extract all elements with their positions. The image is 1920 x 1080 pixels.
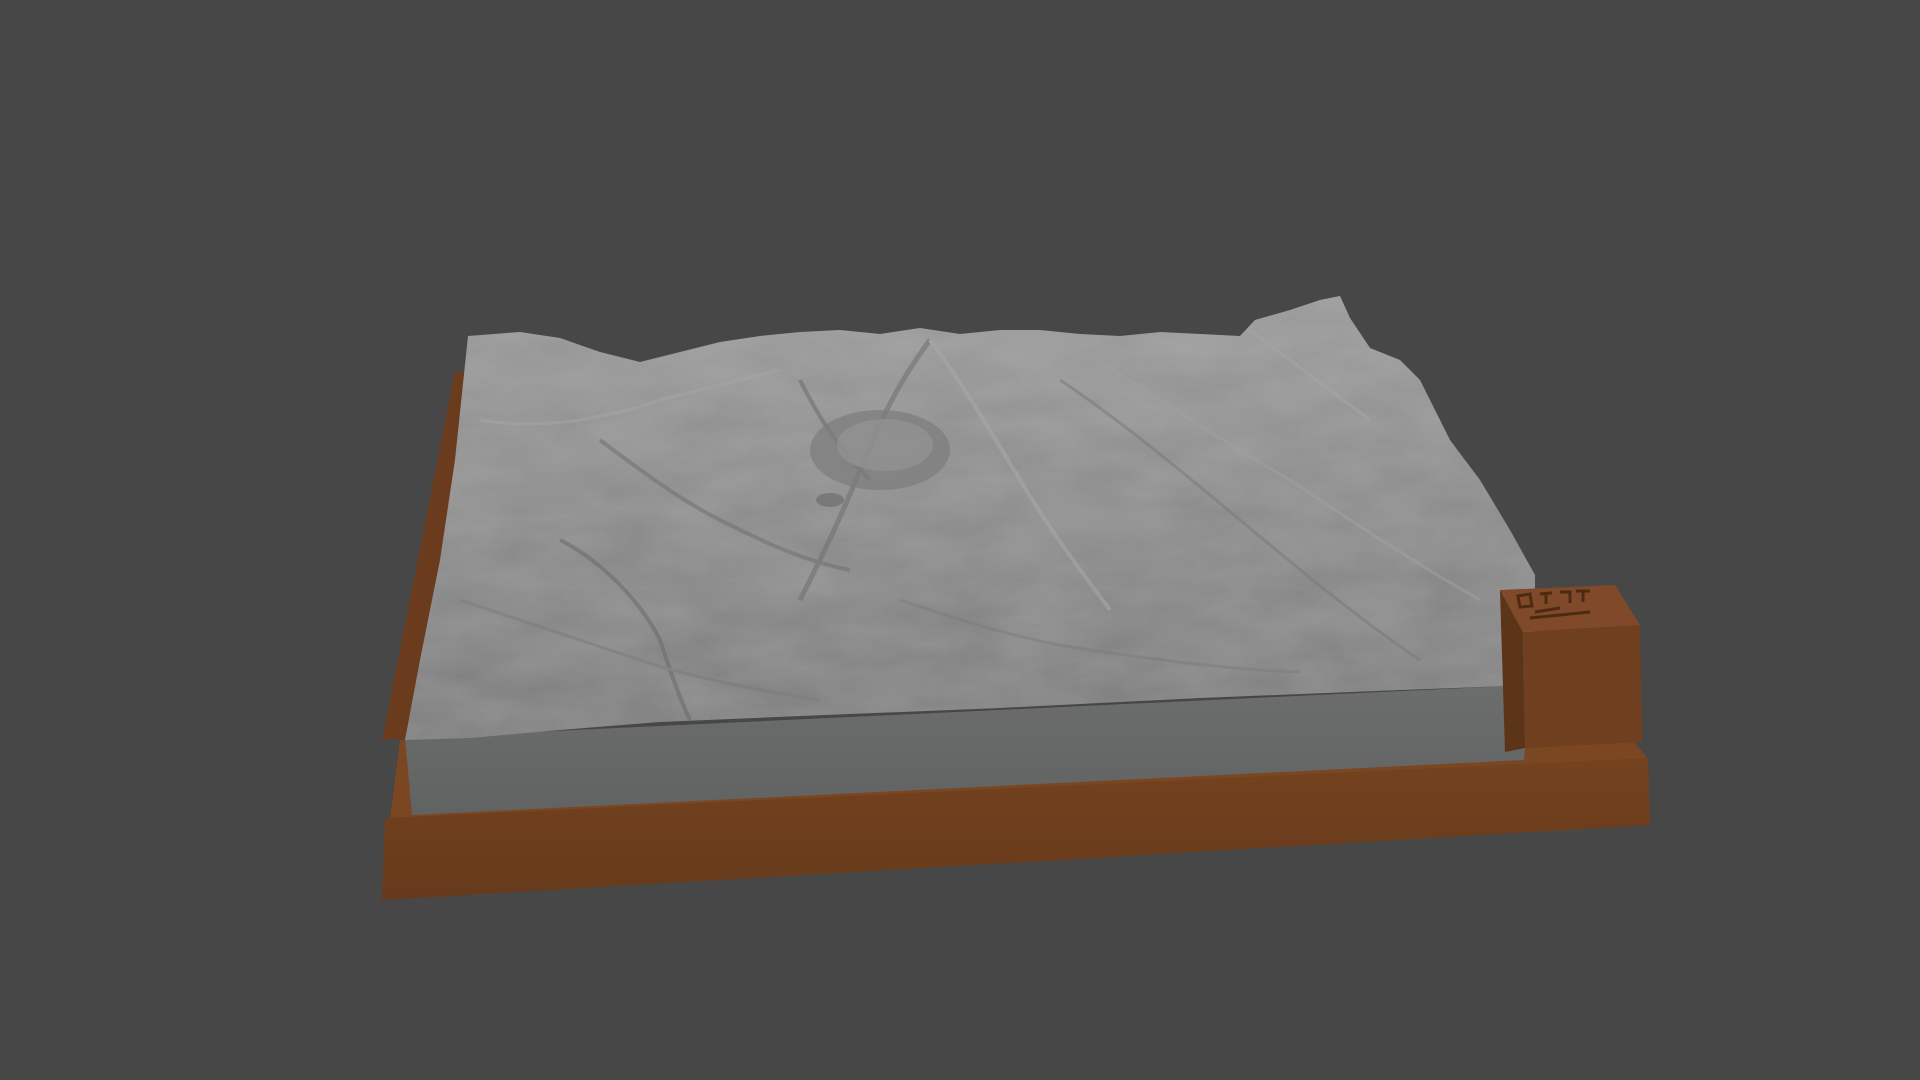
scene-svg: [382, 296, 1650, 900]
label-block: [1500, 585, 1642, 752]
3d-viewport[interactable]: [0, 0, 1920, 1080]
